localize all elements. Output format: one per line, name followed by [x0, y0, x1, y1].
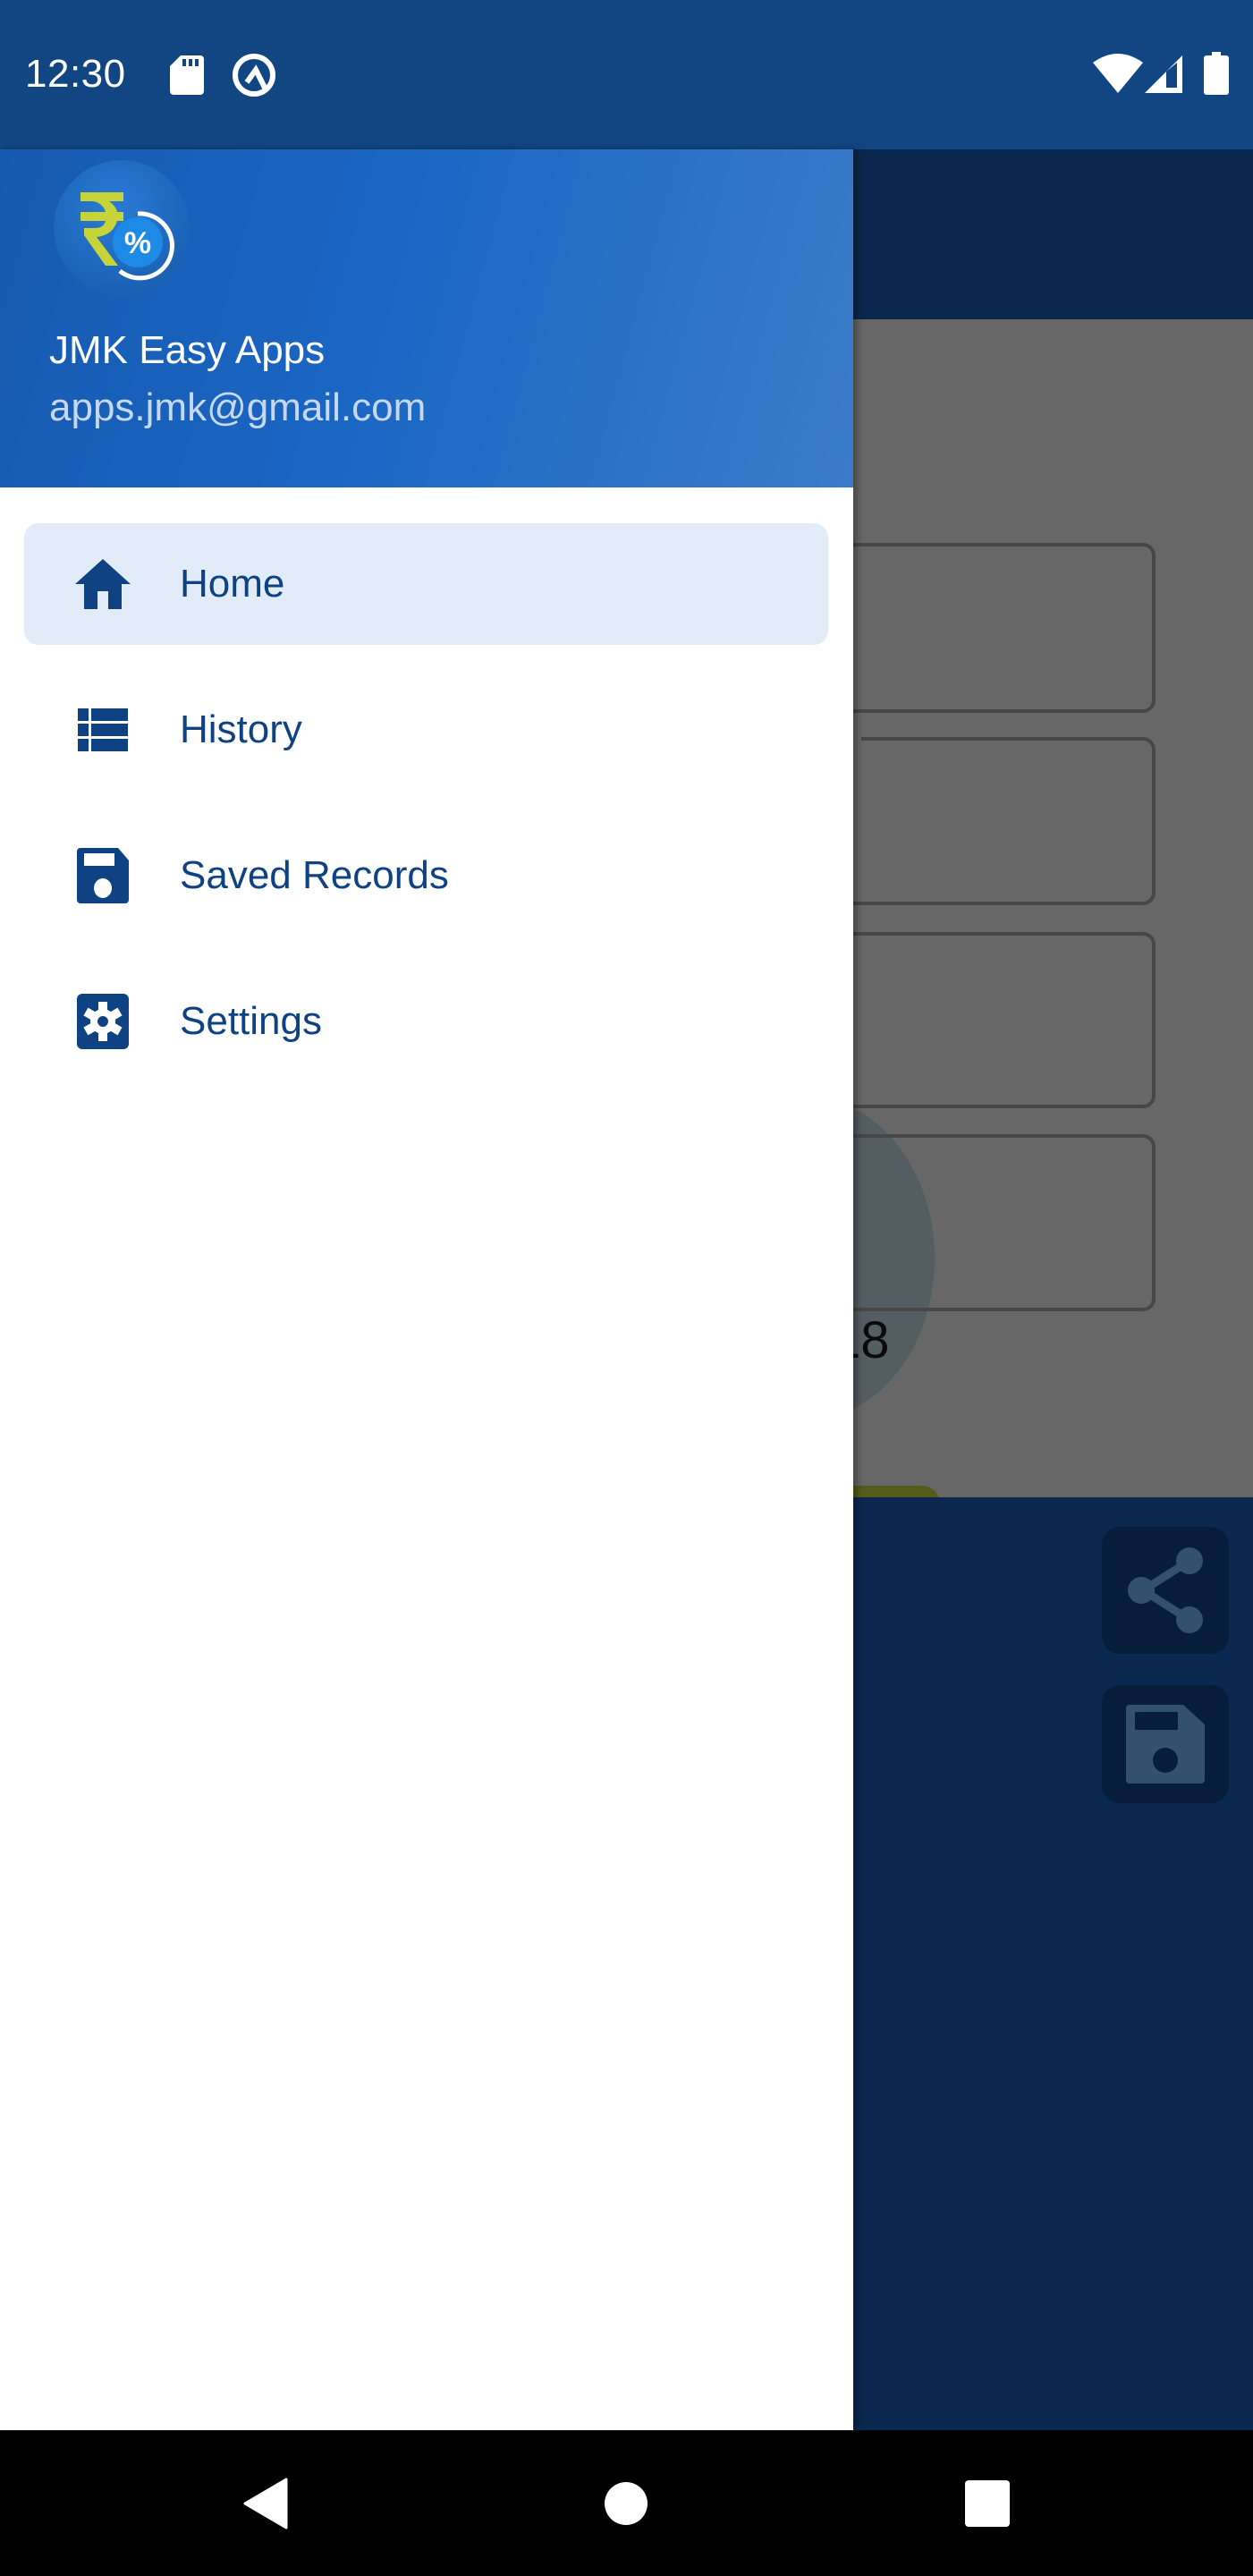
drawer-item-label: Settings	[180, 999, 322, 1043]
navigation-drawer: % JMK Easy Apps apps.jmk@gmail.com Home …	[0, 149, 853, 2430]
account-name: JMK Easy Apps	[49, 328, 326, 372]
wifi-icon	[1093, 54, 1143, 93]
app-logo: %	[54, 160, 190, 296]
system-navigation-bar	[0, 2430, 1253, 2576]
drawer-item-settings[interactable]: Settings	[24, 961, 828, 1082]
home-circle-icon	[605, 2482, 648, 2525]
drawer-item-label: Home	[180, 562, 285, 606]
back-button[interactable]	[234, 2475, 297, 2532]
drawer-item-saved-records[interactable]: Saved Records	[24, 815, 828, 936]
drawer-menu: Home History Saved Records Settings	[0, 523, 853, 1106]
battery-icon	[1204, 52, 1229, 95]
drawer-item-label: Saved Records	[180, 853, 449, 897]
recents-button[interactable]	[956, 2475, 1019, 2532]
account-email: apps.jmk@gmail.com	[49, 386, 427, 429]
sd-card-icon	[170, 55, 204, 95]
floppy-disk-icon	[1126, 1705, 1205, 1784]
home-icon	[75, 556, 131, 612]
recents-icon	[965, 2480, 1010, 2527]
status-bar: 12:30	[0, 0, 1253, 149]
gear-icon	[75, 994, 131, 1049]
q-notification-icon	[233, 54, 275, 97]
drawer-item-home[interactable]: Home	[24, 523, 828, 645]
share-icon	[1128, 1547, 1203, 1633]
home-button[interactable]	[595, 2475, 657, 2532]
svg-text:%: %	[124, 226, 151, 260]
drawer-header: % JMK Easy Apps apps.jmk@gmail.com	[0, 149, 853, 487]
status-time: 12:30	[25, 52, 126, 96]
save-button[interactable]	[1102, 1685, 1229, 1803]
floppy-disk-icon	[75, 848, 131, 903]
share-button[interactable]	[1102, 1527, 1229, 1654]
drawer-item-history[interactable]: History	[24, 669, 828, 791]
list-icon	[75, 702, 131, 758]
back-icon	[243, 2478, 288, 2529]
cellular-signal-icon	[1145, 55, 1182, 93]
drawer-item-label: History	[180, 708, 302, 751]
rupee-percent-logo: %	[80, 192, 175, 281]
